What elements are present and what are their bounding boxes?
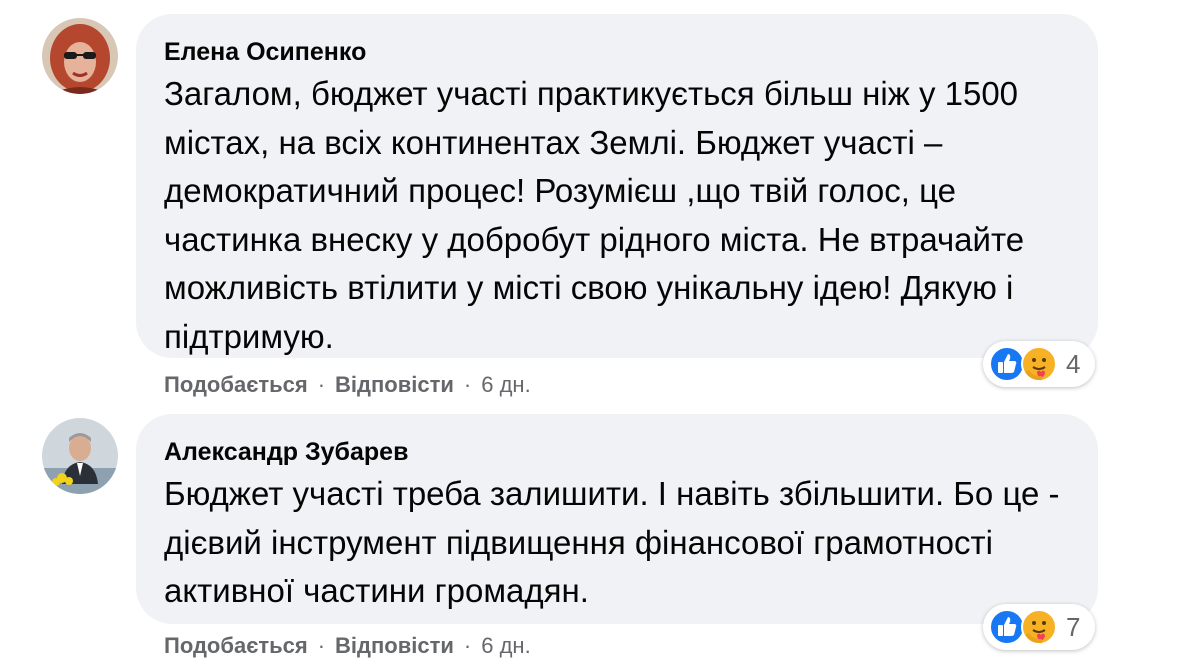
reply-link[interactable]: Відповісти [335,372,454,397]
comment-bubble: Елена Осипенко Загалом, бюджет участі пр… [136,14,1098,358]
comment-bubble: Александр Зубарев Бюджет участі треба за… [136,414,1098,624]
separator: · [463,633,472,658]
reaction-count: 4 [1066,348,1081,379]
reactions-summary[interactable]: 7 [983,604,1095,650]
avatar-photo [42,18,118,94]
like-link[interactable]: Подобається [164,372,308,397]
avatar[interactable] [42,418,118,494]
care-icon [1021,609,1057,645]
comment-text: Бюджет участі треба залишити. І навіть з… [164,475,1060,609]
care-icon [1021,346,1057,382]
like-link[interactable]: Подобається [164,633,308,658]
comment-author[interactable]: Елена Осипенко [164,36,1070,68]
avatar[interactable] [42,18,118,94]
reactions-summary[interactable]: 4 [983,341,1095,387]
separator: · [317,633,326,658]
reaction-count: 7 [1066,611,1081,642]
reply-link[interactable]: Відповісти [335,633,454,658]
comment-timestamp[interactable]: 6 дн. [481,372,530,397]
comment-author[interactable]: Александр Зубарев [164,436,1070,468]
separator: · [317,372,326,397]
avatar-photo [42,418,118,494]
separator: · [463,372,472,397]
comment-actions: Подобається · Відповісти · 6 дн. [164,632,531,660]
comment-timestamp[interactable]: 6 дн. [481,633,530,658]
comment-actions: Подобається · Відповісти · 6 дн. [164,371,531,399]
comment-text: Загалом, бюджет участі практикується біл… [164,75,1025,355]
